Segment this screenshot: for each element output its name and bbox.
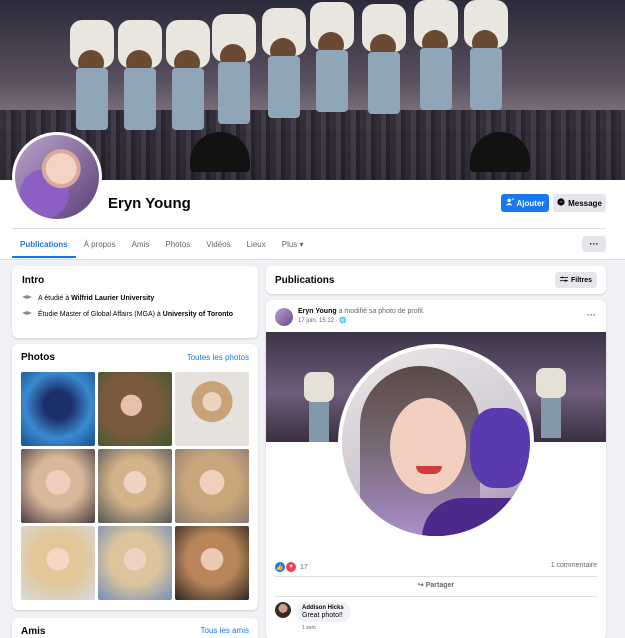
tab-places[interactable]: Lieux — [239, 234, 274, 258]
comment-text: Great photo!! — [302, 612, 343, 619]
performer-figure — [362, 4, 406, 114]
tab-more[interactable]: Plus ▾ — [274, 234, 312, 258]
photo-grid — [21, 372, 249, 600]
performer-figure — [414, 0, 458, 110]
photo-thumbnail[interactable] — [175, 526, 249, 600]
tab-photos[interactable]: Photos — [157, 234, 198, 258]
tab-videos[interactable]: Vidéos — [198, 234, 238, 258]
performer-figure — [262, 8, 306, 118]
performer-figure — [166, 20, 210, 130]
intro-card: Intro A étudié à Wilfrid Laurier Univers… — [12, 266, 258, 338]
photo-thumbnail[interactable] — [21, 526, 95, 600]
tab-friends[interactable]: Amis — [124, 234, 158, 258]
tab-publications[interactable]: Publications — [12, 234, 76, 258]
post-action: a modifié sa photo de profil. — [338, 308, 425, 315]
add-person-icon — [505, 198, 514, 208]
photo-thumbnail[interactable] — [98, 526, 172, 600]
photos-title: Photos — [21, 352, 55, 363]
photos-card: Photos Toutes les photos — [12, 344, 258, 610]
tab-about[interactable]: À propos — [76, 234, 124, 258]
performer-figure — [464, 0, 508, 110]
comment-time[interactable]: 1 sem — [302, 625, 350, 631]
sliders-icon — [559, 275, 568, 285]
post-options-button[interactable]: ··· — [587, 310, 596, 320]
graduation-cap-icon — [22, 311, 32, 318]
performer-figure — [212, 14, 256, 124]
all-photos-link[interactable]: Toutes les photos — [187, 353, 249, 362]
friends-card: Amis Tous les amis — [12, 618, 258, 638]
post-card: Eryn Young a modifié sa photo de profil.… — [266, 300, 606, 638]
performer-figure — [70, 20, 114, 130]
photo-thumbnail[interactable] — [175, 372, 249, 446]
performer-figure — [536, 368, 566, 438]
graduation-cap-icon — [22, 295, 32, 302]
profile-avatar[interactable] — [12, 132, 102, 222]
photo-thumbnail[interactable] — [21, 372, 95, 446]
intro-title: Intro — [22, 275, 45, 286]
publications-header: Publications Filtres — [266, 266, 606, 294]
share-label: Partager — [425, 582, 455, 589]
photo-thumbnail[interactable] — [98, 449, 172, 523]
photo-thumbnail[interactable] — [21, 449, 95, 523]
intro-item: A étudié à Wilfrid Laurier University — [22, 295, 248, 302]
post-time[interactable]: 17 juin, 15:12 · — [298, 318, 339, 324]
reactions-count: 17 — [300, 563, 308, 571]
photo-thumbnail[interactable] — [175, 449, 249, 523]
performer-figure — [118, 20, 162, 130]
post-divider — [275, 576, 597, 577]
comment-bubble: Addison Hicks Great photo!! — [296, 602, 350, 622]
globe-icon: 🌐 — [339, 318, 347, 324]
performer-figure — [304, 372, 334, 442]
school-link[interactable]: University of Toronto — [163, 311, 233, 318]
comment: Addison Hicks Great photo!! 1 sem — [275, 602, 350, 631]
more-options-button[interactable]: ··· — [582, 236, 606, 252]
like-icon: 👍 — [275, 562, 285, 572]
profile-name: Eryn Young — [108, 195, 191, 212]
post-author[interactable]: Eryn Young — [298, 308, 337, 315]
messenger-icon — [557, 198, 565, 208]
photo-thumbnail[interactable] — [98, 372, 172, 446]
all-friends-link[interactable]: Tous les amis — [201, 626, 249, 638]
comments-count[interactable]: 1 commentaire — [551, 562, 597, 569]
intro-item: Étudie Master of Global Affairs (MGA) à … — [22, 311, 248, 318]
reactions[interactable]: 👍 ♥ 17 — [275, 562, 308, 572]
message-label: Message — [568, 198, 602, 208]
performer-figure — [310, 2, 354, 112]
heart-icon: ♥ — [286, 562, 296, 572]
commenter-avatar[interactable] — [275, 602, 291, 618]
school-link[interactable]: Wilfrid Laurier University — [71, 295, 154, 302]
post-author-avatar[interactable] — [275, 308, 293, 326]
add-friend-label: Ajouter — [516, 198, 545, 208]
intro-text: A étudié à Wilfrid Laurier University — [38, 295, 155, 302]
message-button[interactable]: Message — [553, 194, 606, 212]
post-profile-photo[interactable] — [338, 344, 534, 540]
friends-title: Amis — [21, 626, 46, 637]
publications-title: Publications — [275, 274, 335, 286]
profile-tabs: Publications À propos Amis Photos Vidéos… — [12, 234, 312, 258]
header-divider — [12, 228, 606, 229]
commenter-name[interactable]: Addison Hicks — [302, 605, 344, 611]
filters-label: Filtres — [570, 276, 592, 284]
add-friend-button[interactable]: Ajouter — [501, 194, 549, 212]
share-icon: ↪ — [417, 582, 424, 589]
intro-text: Étudie Master of Global Affairs (MGA) à … — [38, 311, 234, 318]
filters-button[interactable]: Filtres — [555, 272, 597, 288]
post-divider — [275, 596, 597, 597]
share-button[interactable]: ↪ Partager — [266, 581, 606, 589]
